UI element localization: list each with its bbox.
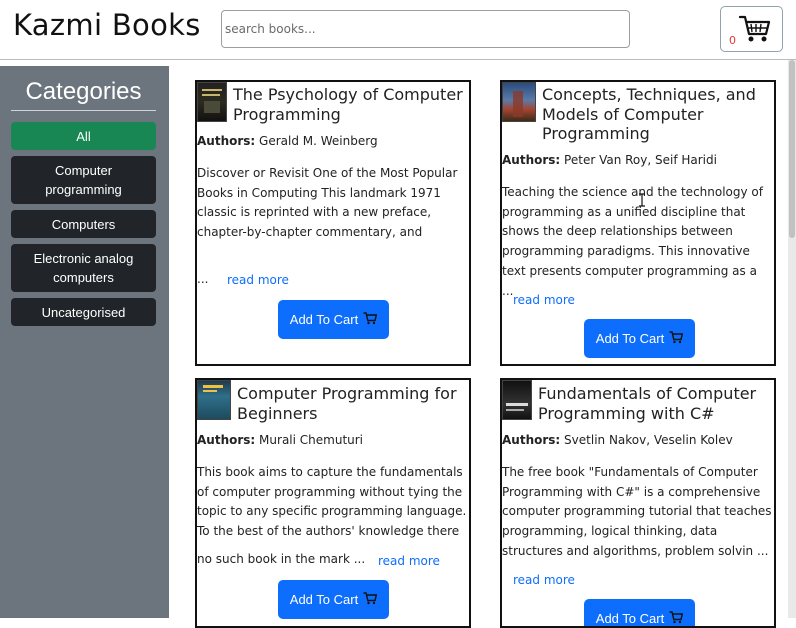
cart-icon: [363, 311, 378, 328]
authors-value: Gerald M. Weinberg: [259, 134, 378, 148]
categories-sidebar: Categories All Computer programming Comp…: [0, 66, 169, 618]
book-title: Computer Programming for Beginners: [237, 384, 457, 423]
book-authors: Authors: Svetlin Nakov, Veselin Kolev: [502, 433, 733, 447]
authors-value: Svetlin Nakov, Veselin Kolev: [564, 433, 733, 447]
category-all-button[interactable]: All: [11, 122, 156, 150]
book-authors: Authors: Peter Van Roy, Seif Haridi: [502, 153, 717, 167]
ellipsis: ...: [197, 272, 209, 286]
authors-value: Murali Chemuturi: [259, 433, 364, 447]
category-computers-button[interactable]: Computers: [11, 210, 156, 238]
book-card: Computer Programming for Beginners Autho…: [195, 378, 471, 628]
book-cover-thumbnail[interactable]: [197, 82, 227, 122]
add-to-cart-button[interactable]: Add To Cart: [278, 300, 389, 339]
category-electronic-analog-computers-button[interactable]: Electronic analog computers: [11, 244, 156, 292]
book-card: The Psychology of Computer Programming A…: [195, 80, 471, 366]
book-title: Fundamentals of Computer Programming wit…: [538, 384, 757, 423]
book-description: The free book "Fundamentals of Computer …: [502, 465, 772, 558]
cart-icon: [669, 610, 684, 627]
read-more-link[interactable]: read more: [513, 293, 575, 307]
book-authors: Authors: Gerald M. Weinberg: [197, 134, 378, 148]
book-card: Fundamentals of Computer Programming wit…: [500, 378, 776, 628]
brand-logo[interactable]: Kazmi Books: [13, 8, 201, 42]
book-cover-thumbnail[interactable]: [502, 380, 532, 420]
authors-label: Authors:: [502, 433, 561, 447]
add-to-cart-label: Add To Cart: [595, 331, 665, 346]
read-more-link[interactable]: read more: [227, 273, 289, 287]
authors-label: Authors:: [502, 153, 561, 167]
scrollbar-thumb[interactable]: [789, 60, 795, 238]
book-title: The Psychology of Computer Programming: [233, 85, 463, 124]
authors-value: Peter Van Roy, Seif Haridi: [564, 153, 717, 167]
search-input[interactable]: [221, 10, 630, 48]
read-more-link[interactable]: read more: [378, 554, 440, 568]
add-to-cart-button[interactable]: Add To Cart: [278, 580, 389, 619]
categories-heading: Categories: [11, 78, 156, 111]
read-more-link[interactable]: read more: [513, 573, 575, 587]
page-scrollbar[interactable]: [788, 60, 796, 618]
cart-icon: [738, 14, 772, 48]
category-computer-programming-button[interactable]: Computer programming: [11, 156, 156, 204]
book-card: Concepts, Techniques, and Models of Comp…: [500, 80, 776, 366]
add-to-cart-button[interactable]: Add To Cart: [584, 319, 695, 358]
top-navbar: Kazmi Books 0: [0, 0, 796, 60]
book-title: Concepts, Techniques, and Models of Comp…: [542, 85, 756, 143]
cart-icon: [363, 591, 378, 608]
book-description: Teaching the science and the technology …: [502, 185, 763, 298]
authors-label: Authors:: [197, 134, 256, 148]
add-to-cart-label: Add To Cart: [289, 592, 359, 607]
cart-count-badge: 0: [729, 34, 736, 47]
add-to-cart-label: Add To Cart: [289, 312, 359, 327]
book-cover-thumbnail[interactable]: [502, 82, 536, 122]
add-to-cart-label: Add To Cart: [595, 611, 665, 626]
add-to-cart-button[interactable]: Add To Cart: [584, 599, 695, 627]
authors-label: Authors:: [197, 433, 256, 447]
text-cursor-icon: [638, 192, 646, 211]
cart-icon: [669, 330, 684, 347]
book-cover-thumbnail[interactable]: [197, 380, 231, 420]
category-uncategorised-button[interactable]: Uncategorised: [11, 298, 156, 326]
book-description: Discover or Revisit One of the Most Popu…: [197, 166, 467, 245]
book-description: This book aims to capture the fundamenta…: [197, 465, 467, 544]
description-tail: no such book in the mark ...: [197, 552, 366, 566]
book-authors: Authors: Murali Chemuturi: [197, 433, 363, 447]
cart-button[interactable]: 0: [720, 6, 783, 52]
